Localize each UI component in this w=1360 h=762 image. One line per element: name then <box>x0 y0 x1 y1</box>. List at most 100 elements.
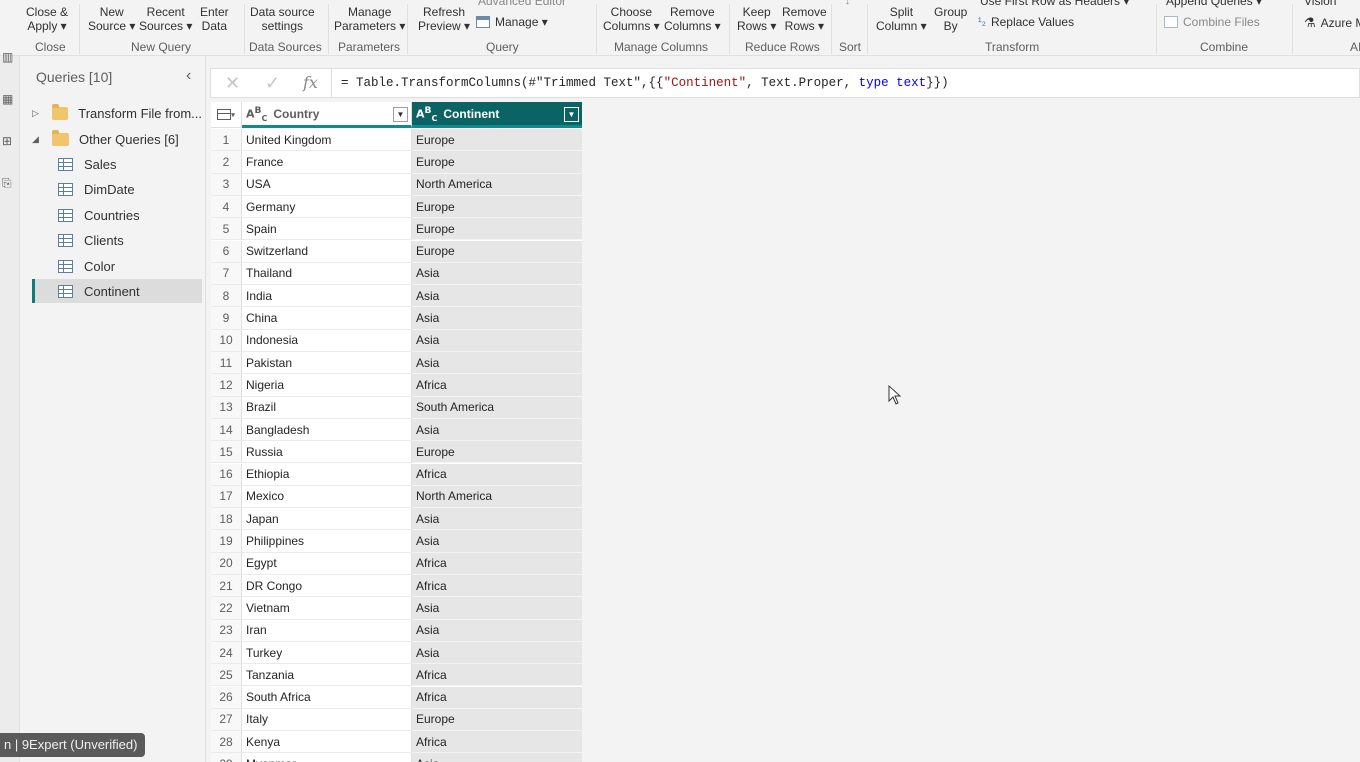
cell-country[interactable]: Vietnam <box>242 597 412 620</box>
cell-continent[interactable]: Europe <box>412 218 582 241</box>
vision-button[interactable]: Vision <box>1304 0 1336 8</box>
table-row[interactable]: 10 Indonesia Asia <box>211 329 582 352</box>
cell-continent[interactable]: Asia <box>412 418 582 442</box>
row-number[interactable]: 10 <box>211 329 242 352</box>
cell-continent[interactable]: Africa <box>412 664 582 687</box>
row-number[interactable]: 14 <box>211 418 242 442</box>
cell-continent[interactable]: Europe <box>412 129 582 152</box>
row-number[interactable]: 22 <box>211 597 242 620</box>
row-number[interactable]: 16 <box>211 463 242 486</box>
cell-country[interactable]: Thailand <box>242 262 412 286</box>
table-menu-icon[interactable]: ▾ <box>211 102 242 128</box>
table-row[interactable]: 22 Vietnam Asia <box>211 597 582 620</box>
cell-continent[interactable]: Asia <box>412 285 582 308</box>
collapse-pane-icon[interactable]: ‹ <box>186 67 191 85</box>
cell-country[interactable]: Italy <box>242 708 412 732</box>
row-number[interactable]: 6 <box>211 240 242 263</box>
table-row[interactable]: 20 Egypt Africa <box>211 552 582 575</box>
row-number[interactable]: 12 <box>211 374 242 397</box>
row-number[interactable]: 28 <box>211 731 242 754</box>
row-number[interactable]: 29 <box>211 753 242 762</box>
cell-country[interactable]: Germany <box>242 195 412 219</box>
table-row[interactable]: 11 Pakistan Asia <box>211 352 582 375</box>
row-number[interactable]: 5 <box>211 218 242 241</box>
row-number[interactable]: 18 <box>211 508 242 531</box>
table-row[interactable]: 25 Tanzania Africa <box>211 664 582 687</box>
query-item-dimdate[interactable]: DimDate <box>32 177 202 201</box>
cell-continent[interactable]: North America <box>412 173 582 196</box>
group-by-button[interactable]: Group By <box>934 5 967 33</box>
cell-continent[interactable]: South America <box>412 396 582 419</box>
row-number[interactable]: 15 <box>211 441 242 464</box>
cell-continent[interactable]: Europe <box>412 441 582 464</box>
recent-sources-button[interactable]: Recent Sources ▾ <box>139 5 192 33</box>
row-number[interactable]: 3 <box>211 173 242 196</box>
sort-icon[interactable]: ↓ <box>845 0 850 7</box>
cell-country[interactable]: Tanzania <box>242 664 412 687</box>
cell-continent[interactable]: Africa <box>412 463 582 486</box>
table-row[interactable]: 3 USA North America <box>211 173 582 196</box>
cell-continent[interactable]: Asia <box>412 262 582 286</box>
row-number[interactable]: 9 <box>211 307 242 330</box>
row-number[interactable]: 11 <box>211 352 242 375</box>
cell-country[interactable]: Spain <box>242 218 412 241</box>
table-row[interactable]: 4 Germany Europe <box>211 195 582 219</box>
cell-country[interactable]: France <box>242 151 412 174</box>
cell-continent[interactable]: North America <box>412 485 582 509</box>
table-row[interactable]: 28 Kenya Africa <box>211 731 582 754</box>
cell-country[interactable]: Brazil <box>242 396 412 419</box>
cell-country[interactable]: India <box>242 285 412 308</box>
cell-country[interactable]: Iran <box>242 619 412 642</box>
model-view-icon[interactable]: ⊞ <box>2 134 16 148</box>
table-row[interactable]: 27 Italy Europe <box>211 708 582 732</box>
dax-view-icon[interactable]: ⎘ <box>2 176 16 190</box>
table-row[interactable]: 7 Thailand Asia <box>211 262 582 286</box>
manage-button[interactable]: Manage ▾ <box>476 15 548 29</box>
append-queries-button[interactable]: Append Queries ▾ <box>1166 0 1262 8</box>
text-type-icon[interactable]: ABC <box>416 105 437 123</box>
cell-continent[interactable]: Africa <box>412 575 582 598</box>
cell-continent[interactable]: Europe <box>412 151 582 174</box>
report-view-icon[interactable]: ▥ <box>2 50 16 64</box>
table-row[interactable]: 8 India Asia <box>211 285 582 308</box>
cell-country[interactable]: DR Congo <box>242 575 412 598</box>
cell-country[interactable]: Egypt <box>242 552 412 575</box>
table-row[interactable]: 2 France Europe <box>211 151 582 174</box>
advanced-editor-button[interactable]: Advanced Editor <box>478 0 566 8</box>
filter-dropdown-icon[interactable]: ▼ <box>564 107 579 122</box>
combine-files-button[interactable]: Combine Files <box>1164 15 1260 29</box>
table-row[interactable]: 12 Nigeria Africa <box>211 374 582 397</box>
close-apply-button[interactable]: Close & Apply ▾ <box>26 5 68 33</box>
table-row[interactable]: 5 Spain Europe <box>211 218 582 241</box>
cell-continent[interactable]: Asia <box>412 619 582 642</box>
table-row[interactable]: 19 Philippines Asia <box>211 530 582 553</box>
expand-triangle-icon[interactable]: ▷ <box>32 108 44 119</box>
cell-country[interactable]: Turkey <box>242 641 412 665</box>
row-number[interactable]: 20 <box>211 552 242 575</box>
azure-ml-button[interactable]: ⚗ Azure M <box>1304 15 1360 31</box>
collapse-triangle-icon[interactable]: ◢ <box>32 134 44 145</box>
query-folder-other-queries[interactable]: ◢ Other Queries [6] <box>32 127 202 151</box>
table-view-icon[interactable]: ▦ <box>2 92 16 106</box>
query-item-color[interactable]: Color <box>32 254 202 278</box>
cell-continent[interactable]: Europe <box>412 240 582 263</box>
table-row[interactable]: 26 South Africa Africa <box>211 686 582 709</box>
cell-continent[interactable]: Africa <box>412 731 582 754</box>
cell-continent[interactable]: Europe <box>412 708 582 732</box>
data-source-settings-button[interactable]: Data source settings <box>250 5 315 33</box>
row-number[interactable]: 26 <box>211 686 242 709</box>
commit-formula-icon[interactable]: ✓ <box>265 73 280 94</box>
cancel-formula-icon[interactable]: ✕ <box>225 73 240 94</box>
row-number[interactable]: 17 <box>211 485 242 509</box>
use-first-row-button[interactable]: Use First Row as Headers ▾ <box>980 0 1129 8</box>
manage-parameters-button[interactable]: Manage Parameters ▾ <box>334 5 405 33</box>
cell-country[interactable]: United Kingdom <box>242 129 412 152</box>
cell-country[interactable]: Ethiopia <box>242 463 412 486</box>
formula-input[interactable]: = Table.TransformColumns(#"Trimmed Text"… <box>341 76 949 90</box>
table-row[interactable]: 15 Russia Europe <box>211 441 582 464</box>
cell-continent[interactable]: Asia <box>412 597 582 620</box>
query-item-countries[interactable]: Countries <box>32 203 202 227</box>
cell-country[interactable]: Philippines <box>242 530 412 553</box>
table-row[interactable]: 6 Switzerland Europe <box>211 240 582 263</box>
table-row[interactable]: 13 Brazil South America <box>211 396 582 419</box>
